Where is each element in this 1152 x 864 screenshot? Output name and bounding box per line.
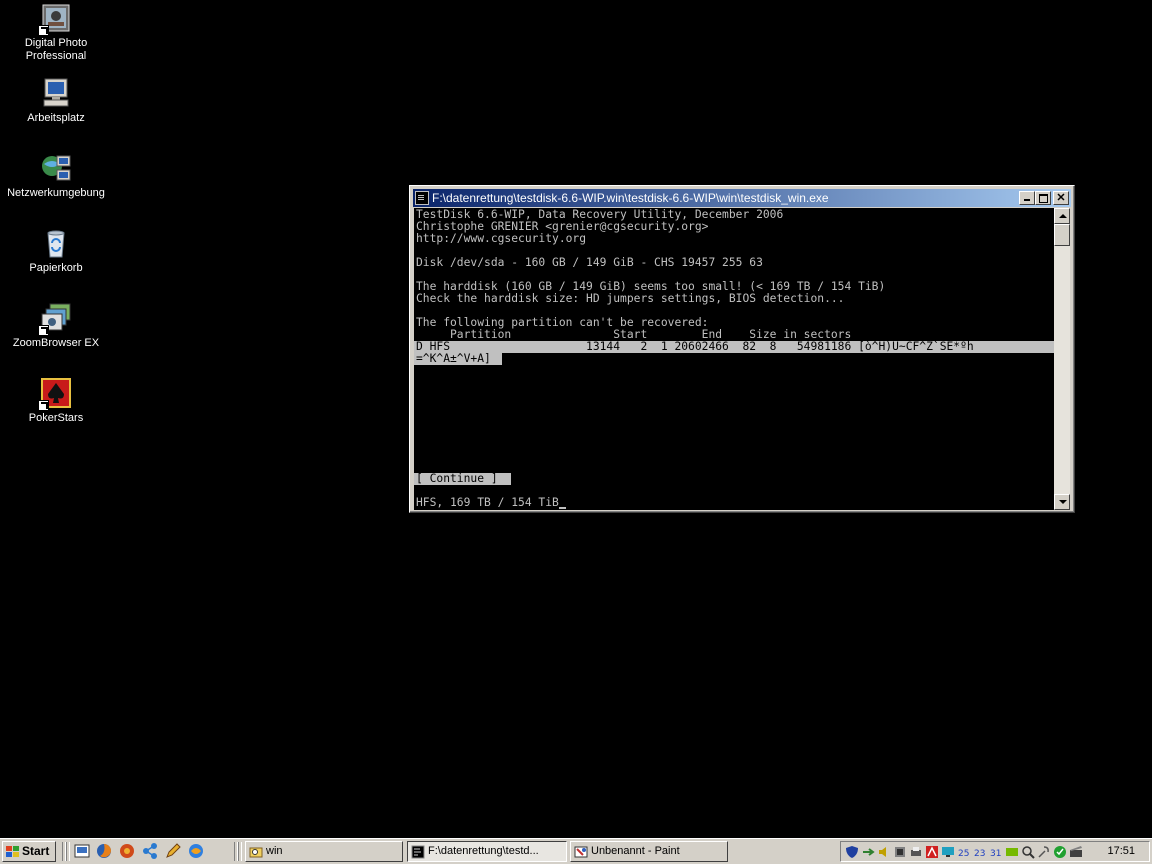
printer-icon[interactable]: [909, 845, 923, 859]
desktop-icon-digital-photo-professional[interactable]: Digital Photo Professional: [6, 2, 106, 63]
maximize-icon: [1039, 194, 1048, 203]
desktop-icon-label: Digital Photo Professional: [24, 37, 88, 62]
taskbar-item-label: F:\datenrettung\testd...: [428, 845, 539, 857]
media-player-icon[interactable]: [119, 843, 135, 859]
maximize-button[interactable]: [1035, 191, 1051, 205]
svg-text:23: 23: [974, 849, 985, 859]
window-title: F:\datenrettung\testdisk-6.6-WIP.win\tes…: [432, 191, 829, 205]
window-titlebar[interactable]: F:\datenrettung\testdisk-6.6-WIP.win\tes…: [413, 189, 1071, 207]
svg-text:25: 25: [958, 849, 969, 859]
desktop-icon-label: Netzwerkumgebung: [7, 187, 105, 199]
scroll-down-button[interactable]: [1054, 494, 1070, 510]
close-button[interactable]: ✕: [1053, 191, 1069, 205]
desktop-icon-arbeitsplatz[interactable]: Arbeitsplatz: [6, 77, 106, 125]
folder-search-icon: [249, 847, 263, 857]
disk-info-line: Disk /dev/sda - 160 GB / 149 GiB - CHS 1…: [416, 256, 763, 269]
taskbar-item-testdisk[interactable]: F:\datenrettung\testd...: [407, 841, 567, 862]
partition-row-continued: =^K^A±^V+A]: [416, 352, 491, 365]
desktop-icon-label: Arbeitsplatz: [27, 112, 85, 124]
calendar-icon[interactable]: 31: [989, 845, 1003, 859]
tool-icon[interactable]: [1037, 845, 1051, 859]
console-icon: [415, 191, 429, 205]
minimize-button[interactable]: [1019, 191, 1035, 205]
desktop-icon-label: ZoomBrowser EX: [12, 337, 100, 349]
warning-line: Check the harddisk size: HD jumpers sett…: [416, 292, 845, 305]
taskbar-item-paint[interactable]: Unbenannt - Paint: [570, 841, 728, 862]
firefox-icon[interactable]: [96, 843, 112, 859]
desktop-icon-label: PokerStars: [28, 412, 84, 424]
taskbar-separator: [66, 842, 70, 861]
taskbar-separator: [238, 842, 242, 861]
desktop-icon-zoombrowser-ex[interactable]: ZoomBrowser EX: [6, 302, 106, 350]
continue-button[interactable]: [ Continue ]: [416, 473, 498, 485]
usb-icon[interactable]: [861, 845, 875, 859]
taskbar-item-label: win: [266, 845, 283, 857]
desktop-icon-label: Papierkorb: [29, 262, 83, 274]
network-places-icon: [40, 152, 72, 184]
my-computer-icon: [40, 77, 72, 109]
status-line: HFS, 169 TB / 154 TiB: [416, 497, 566, 509]
vertical-scrollbar[interactable]: [1054, 208, 1070, 510]
paint-icon: [574, 846, 588, 857]
show-desktop-icon[interactable]: [74, 843, 90, 859]
console-icon: [411, 845, 425, 858]
pokerstars-icon: [38, 377, 72, 411]
system-tray: 25 23 31 17:51: [840, 841, 1150, 862]
desktop-icon-pokerstars[interactable]: PokerStars: [6, 377, 106, 425]
calendar-icon[interactable]: 25: [957, 845, 971, 859]
network-share-icon[interactable]: [142, 843, 158, 859]
arrow-up-icon: [1059, 214, 1067, 218]
zoombrowser-icon: [38, 302, 72, 336]
magnifier-icon[interactable]: [1021, 845, 1035, 859]
acrobat-icon[interactable]: [925, 845, 939, 859]
text-cursor: [558, 507, 566, 509]
clock[interactable]: 17:51: [1107, 842, 1135, 861]
shield-icon[interactable]: [845, 845, 859, 859]
console-output[interactable]: TestDisk 6.6-WIP, Data Recovery Utility,…: [414, 208, 1056, 510]
update-icon[interactable]: [1053, 845, 1067, 859]
desktop-icon-papierkorb[interactable]: Papierkorb: [6, 227, 106, 275]
nvidia-icon[interactable]: [1005, 845, 1019, 859]
digital-photo-professional-icon: [38, 2, 72, 36]
console-line: http://www.cgsecurity.org: [416, 232, 587, 245]
calendar-icon[interactable]: 23: [973, 845, 987, 859]
taskbar-item-win[interactable]: win: [245, 841, 403, 862]
arrow-down-icon: [1059, 500, 1067, 504]
partition-row[interactable]: D HFS 13144 2 1 20602466 82 8 54981186 […: [416, 341, 974, 353]
pencil-icon[interactable]: [165, 843, 181, 859]
svg-text:31: 31: [990, 849, 1001, 859]
recycle-bin-icon: [40, 227, 72, 259]
start-label: Start: [22, 844, 50, 858]
browser-icon[interactable]: [188, 843, 204, 859]
close-icon: ✕: [1056, 192, 1066, 204]
taskbar-item-label: Unbenannt - Paint: [591, 845, 680, 857]
minimize-icon: [1024, 199, 1030, 201]
security-icon[interactable]: [893, 845, 907, 859]
status-text: HFS, 169 TB / 154 TiB: [416, 496, 559, 509]
monitor-icon[interactable]: [941, 845, 955, 859]
taskbar: Start win F:\datenrettung\testd... Unben…: [0, 838, 1152, 864]
volume-icon[interactable]: [877, 845, 891, 859]
scroll-thumb[interactable]: [1054, 224, 1070, 246]
desktop-icon-netzwerkumgebung[interactable]: Netzwerkumgebung: [6, 152, 106, 200]
testdisk-console-window[interactable]: F:\datenrettung\testdisk-6.6-WIP.win\tes…: [409, 185, 1075, 513]
start-button[interactable]: Start: [2, 841, 56, 862]
clapper-icon[interactable]: [1069, 845, 1083, 859]
scroll-up-button[interactable]: [1054, 208, 1070, 224]
windows-logo-icon: [6, 845, 20, 858]
